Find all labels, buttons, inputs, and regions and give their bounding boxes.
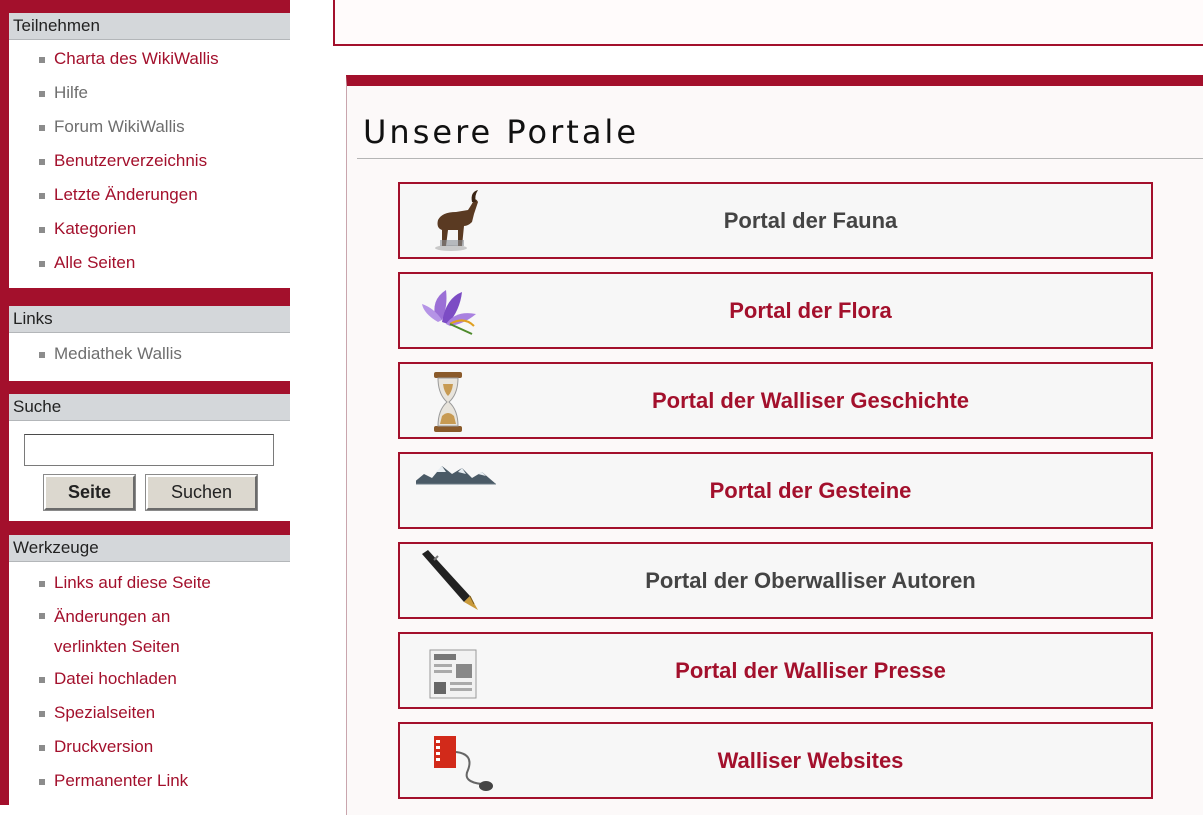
portal-label-websites: Walliser Websites <box>717 747 904 773</box>
portal-label-fauna: Portal der Fauna <box>723 207 898 233</box>
werkzeuge-list: Links auf diese Seite Änderungen an verli… <box>9 562 290 798</box>
sidebar-item-datei-hochladen[interactable]: Datei hochladen <box>9 662 290 696</box>
portlet-suche: Suche Seite Suchen <box>9 394 290 521</box>
page-title: Unsere Portale <box>363 113 639 151</box>
portal-label-autoren: Portal der Oberwalliser Autoren <box>645 567 976 593</box>
portlet-title-links: Links <box>9 306 290 333</box>
portal-label-flora: Portal der Flora <box>729 297 892 323</box>
sidebar-item-aenderungen-line1: Änderungen an <box>54 607 171 626</box>
links-list: Mediathek Wallis <box>9 333 290 371</box>
portal-gesteine[interactable]: Portal der Gesteine <box>398 452 1153 529</box>
sidebar-item-aenderungen-an[interactable]: Änderungen an verlinkten Seiten <box>9 600 290 662</box>
sidebar-item-kategorien[interactable]: Kategorien <box>9 212 290 246</box>
search-button[interactable]: Suchen <box>145 474 258 511</box>
portlet-teilnehmen: Teilnehmen Charta des WikiWallis Hilfe F… <box>9 13 290 288</box>
sidebar-item-spezialseiten[interactable]: Spezialseiten <box>9 696 290 730</box>
portlet-title-teilnehmen: Teilnehmen <box>9 13 290 40</box>
portal-label-presse: Portal der Walliser Presse <box>675 657 946 683</box>
sidebar-item-hilfe[interactable]: Hilfe <box>9 76 290 110</box>
previous-content-frame <box>333 0 1203 46</box>
portlet-werkzeuge: Werkzeuge Links auf diese Seite Änderung… <box>9 535 290 805</box>
portal-geschichte[interactable]: Portal der Walliser Geschichte <box>398 362 1153 439</box>
sidebar-item-charta[interactable]: Charta des WikiWallis <box>9 42 290 76</box>
sidebar-item-aenderungen-line2: verlinkten Seiten <box>54 637 180 656</box>
portlet-title-werkzeuge: Werkzeuge <box>9 535 290 562</box>
sidebar-item-druckversion[interactable]: Druckversion <box>9 730 290 764</box>
sidebar-item-permanenter-link[interactable]: Permanenter Link <box>9 764 290 798</box>
title-divider <box>357 158 1203 159</box>
portal-label-gesteine: Portal der Gesteine <box>709 477 912 503</box>
sidebar-item-letzte-aenderungen[interactable]: Letzte Änderungen <box>9 178 290 212</box>
portal-presse[interactable]: Portal der Walliser Presse <box>398 632 1153 709</box>
sidebar-item-links-auf-diese-seite[interactable]: Links auf diese Seite <box>9 566 290 600</box>
teilnehmen-list: Charta des WikiWallis Hilfe Forum WikiWa… <box>9 40 290 280</box>
portal-fauna[interactable]: Portal der Fauna <box>398 182 1153 259</box>
go-page-button[interactable]: Seite <box>43 474 136 511</box>
sidebar: Teilnehmen Charta des WikiWallis Hilfe F… <box>0 0 290 805</box>
portal-autoren[interactable]: Portal der Oberwalliser Autoren <box>398 542 1153 619</box>
sidebar-item-forum[interactable]: Forum WikiWallis <box>9 110 290 144</box>
portal-flora[interactable]: Portal der Flora <box>398 272 1153 349</box>
sidebar-item-alle-seiten[interactable]: Alle Seiten <box>9 246 290 280</box>
portlet-title-suche: Suche <box>9 394 290 421</box>
portlet-links: Links Mediathek Wallis <box>9 306 290 381</box>
sidebar-item-benutzerverzeichnis[interactable]: Benutzerverzeichnis <box>9 144 290 178</box>
portal-label-geschichte: Portal der Walliser Geschichte <box>651 387 970 413</box>
sidebar-item-mediathek[interactable]: Mediathek Wallis <box>9 337 290 371</box>
portal-websites[interactable]: Walliser Websites <box>398 722 1153 799</box>
search-input[interactable] <box>24 434 274 466</box>
